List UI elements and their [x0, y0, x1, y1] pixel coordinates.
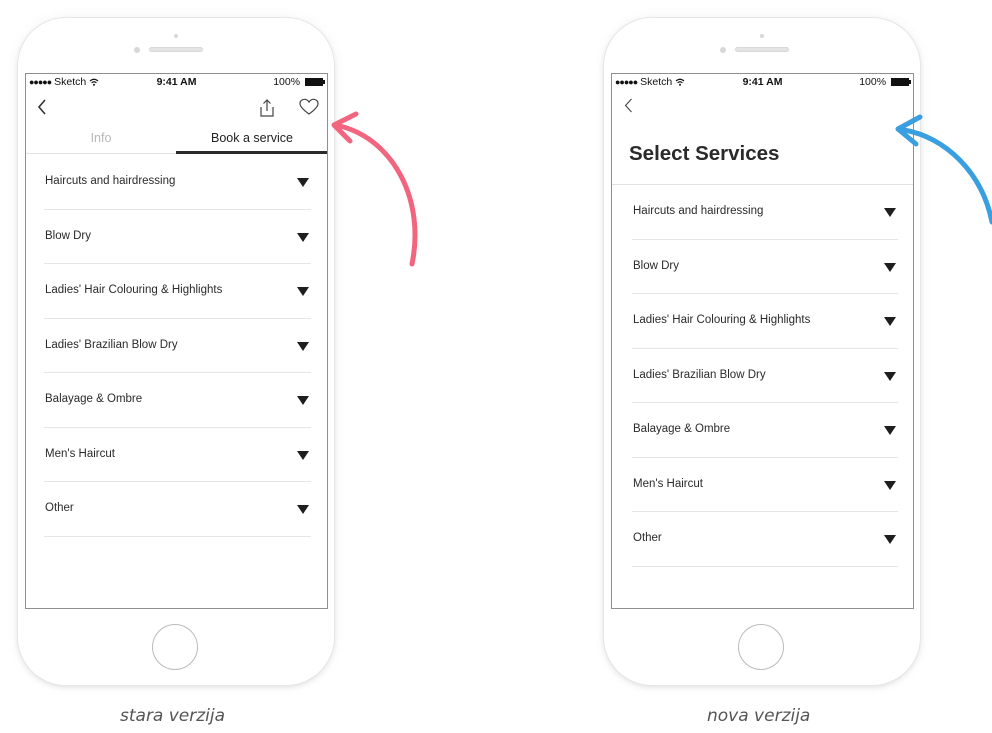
- page-title: Select Services: [629, 142, 780, 165]
- pink-arrow-stroke: [337, 123, 418, 267]
- service-label: Ladies' Brazilian Blow Dry: [45, 338, 178, 351]
- service-item[interactable]: Haircuts and hairdressing: [44, 155, 311, 210]
- earpiece-speaker: [149, 47, 203, 52]
- service-label: Ladies' Hair Colouring & Highlights: [45, 284, 223, 296]
- dropdown-triangle-icon[interactable]: [297, 450, 309, 460]
- back-chevron-icon[interactable]: [37, 99, 47, 115]
- blue-annotation-arrow: [895, 114, 992, 225]
- service-list: Haircuts and hairdressing Blow Dry Ladie…: [632, 185, 898, 567]
- tab-book-a-service[interactable]: Book a service: [178, 131, 326, 145]
- home-button[interactable]: [738, 624, 784, 670]
- service-list: Haircuts and hairdressing Blow Dry Ladie…: [44, 155, 311, 537]
- service-item[interactable]: Ladies' Hair Colouring & Highlights: [44, 264, 311, 319]
- share-icon[interactable]: [257, 98, 277, 118]
- service-item[interactable]: Balayage & Ombre: [632, 403, 898, 458]
- proximity-sensor: [720, 47, 726, 53]
- pink-annotation-arrow: [331, 111, 418, 267]
- battery-icon: [305, 78, 325, 87]
- service-label: Ladies' Hair Colouring & Highlights: [633, 314, 811, 326]
- service-label: Haircuts and hairdressing: [45, 175, 176, 187]
- front-camera: [760, 34, 764, 38]
- status-battery: 100%: [273, 76, 325, 88]
- dropdown-triangle-icon[interactable]: [297, 396, 309, 405]
- dropdown-triangle-icon[interactable]: [297, 287, 309, 296]
- service-label: Balayage & Ombre: [633, 423, 731, 435]
- service-label: Blow Dry: [633, 259, 680, 272]
- heart-icon[interactable]: [299, 98, 319, 116]
- service-label: Other: [633, 532, 662, 544]
- service-item[interactable]: Men's Haircut: [632, 458, 898, 512]
- service-label: Blow Dry: [45, 229, 92, 242]
- dropdown-triangle-icon[interactable]: [884, 480, 896, 490]
- earpiece-speaker: [735, 47, 789, 52]
- service-label: Other: [45, 502, 74, 514]
- service-label: Balayage & Ombre: [45, 393, 143, 405]
- status-bar: ●●●●● Sketch 9:41 AM 100%: [612, 74, 913, 90]
- battery-icon: [891, 78, 911, 87]
- service-label: Men's Haircut: [633, 477, 703, 490]
- phone-old-version: ●●●●● Sketch 9:41 AM 100% Info Book a se…: [18, 18, 334, 685]
- service-item[interactable]: Other: [44, 482, 311, 537]
- status-battery: 100%: [859, 76, 911, 88]
- proximity-sensor: [134, 47, 140, 53]
- dropdown-triangle-icon[interactable]: [297, 505, 309, 514]
- service-item[interactable]: Blow Dry: [632, 240, 898, 294]
- service-item[interactable]: Ladies' Hair Colouring & Highlights: [632, 294, 898, 349]
- active-tab-indicator: [176, 151, 327, 154]
- service-item[interactable]: Blow Dry: [44, 210, 311, 264]
- service-label: Men's Haircut: [45, 447, 115, 460]
- dropdown-triangle-icon[interactable]: [297, 178, 309, 187]
- tab-info[interactable]: Info: [66, 131, 136, 145]
- dropdown-triangle-icon[interactable]: [884, 426, 896, 435]
- service-item[interactable]: Ladies' Brazilian Blow Dry: [44, 319, 311, 373]
- service-item[interactable]: Ladies' Brazilian Blow Dry: [632, 349, 898, 403]
- caption-old-version: stara verzija: [120, 706, 226, 726]
- service-label: Haircuts and hairdressing: [633, 205, 764, 217]
- screen-new: ●●●●● Sketch 9:41 AM 100% Select Service…: [611, 73, 914, 609]
- service-item[interactable]: Haircuts and hairdressing: [632, 185, 898, 240]
- phone-new-version: ●●●●● Sketch 9:41 AM 100% Select Service…: [604, 18, 920, 685]
- back-chevron-icon[interactable]: [624, 98, 633, 113]
- service-label: Ladies' Brazilian Blow Dry: [633, 368, 766, 381]
- service-item[interactable]: Other: [632, 512, 898, 567]
- dropdown-triangle-icon[interactable]: [297, 341, 309, 351]
- status-bar: ●●●●● Sketch 9:41 AM 100%: [26, 74, 327, 90]
- screen-old: ●●●●● Sketch 9:41 AM 100% Info Book a se…: [25, 73, 328, 609]
- dropdown-triangle-icon[interactable]: [884, 317, 896, 326]
- front-camera: [174, 34, 178, 38]
- service-item[interactable]: Men's Haircut: [44, 428, 311, 482]
- service-item[interactable]: Balayage & Ombre: [44, 373, 311, 428]
- dropdown-triangle-icon[interactable]: [297, 232, 309, 242]
- dropdown-triangle-icon[interactable]: [884, 535, 896, 544]
- home-button[interactable]: [152, 624, 198, 670]
- dropdown-triangle-icon[interactable]: [884, 371, 896, 381]
- caption-new-version: nova verzija: [707, 706, 811, 726]
